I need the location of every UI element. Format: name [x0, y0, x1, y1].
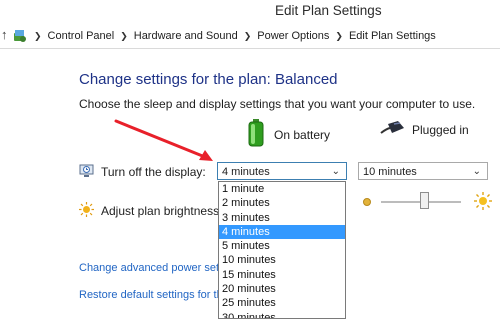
- annotation-overlay: [114, 119, 213, 161]
- red-arrow-annotation: [114, 119, 213, 161]
